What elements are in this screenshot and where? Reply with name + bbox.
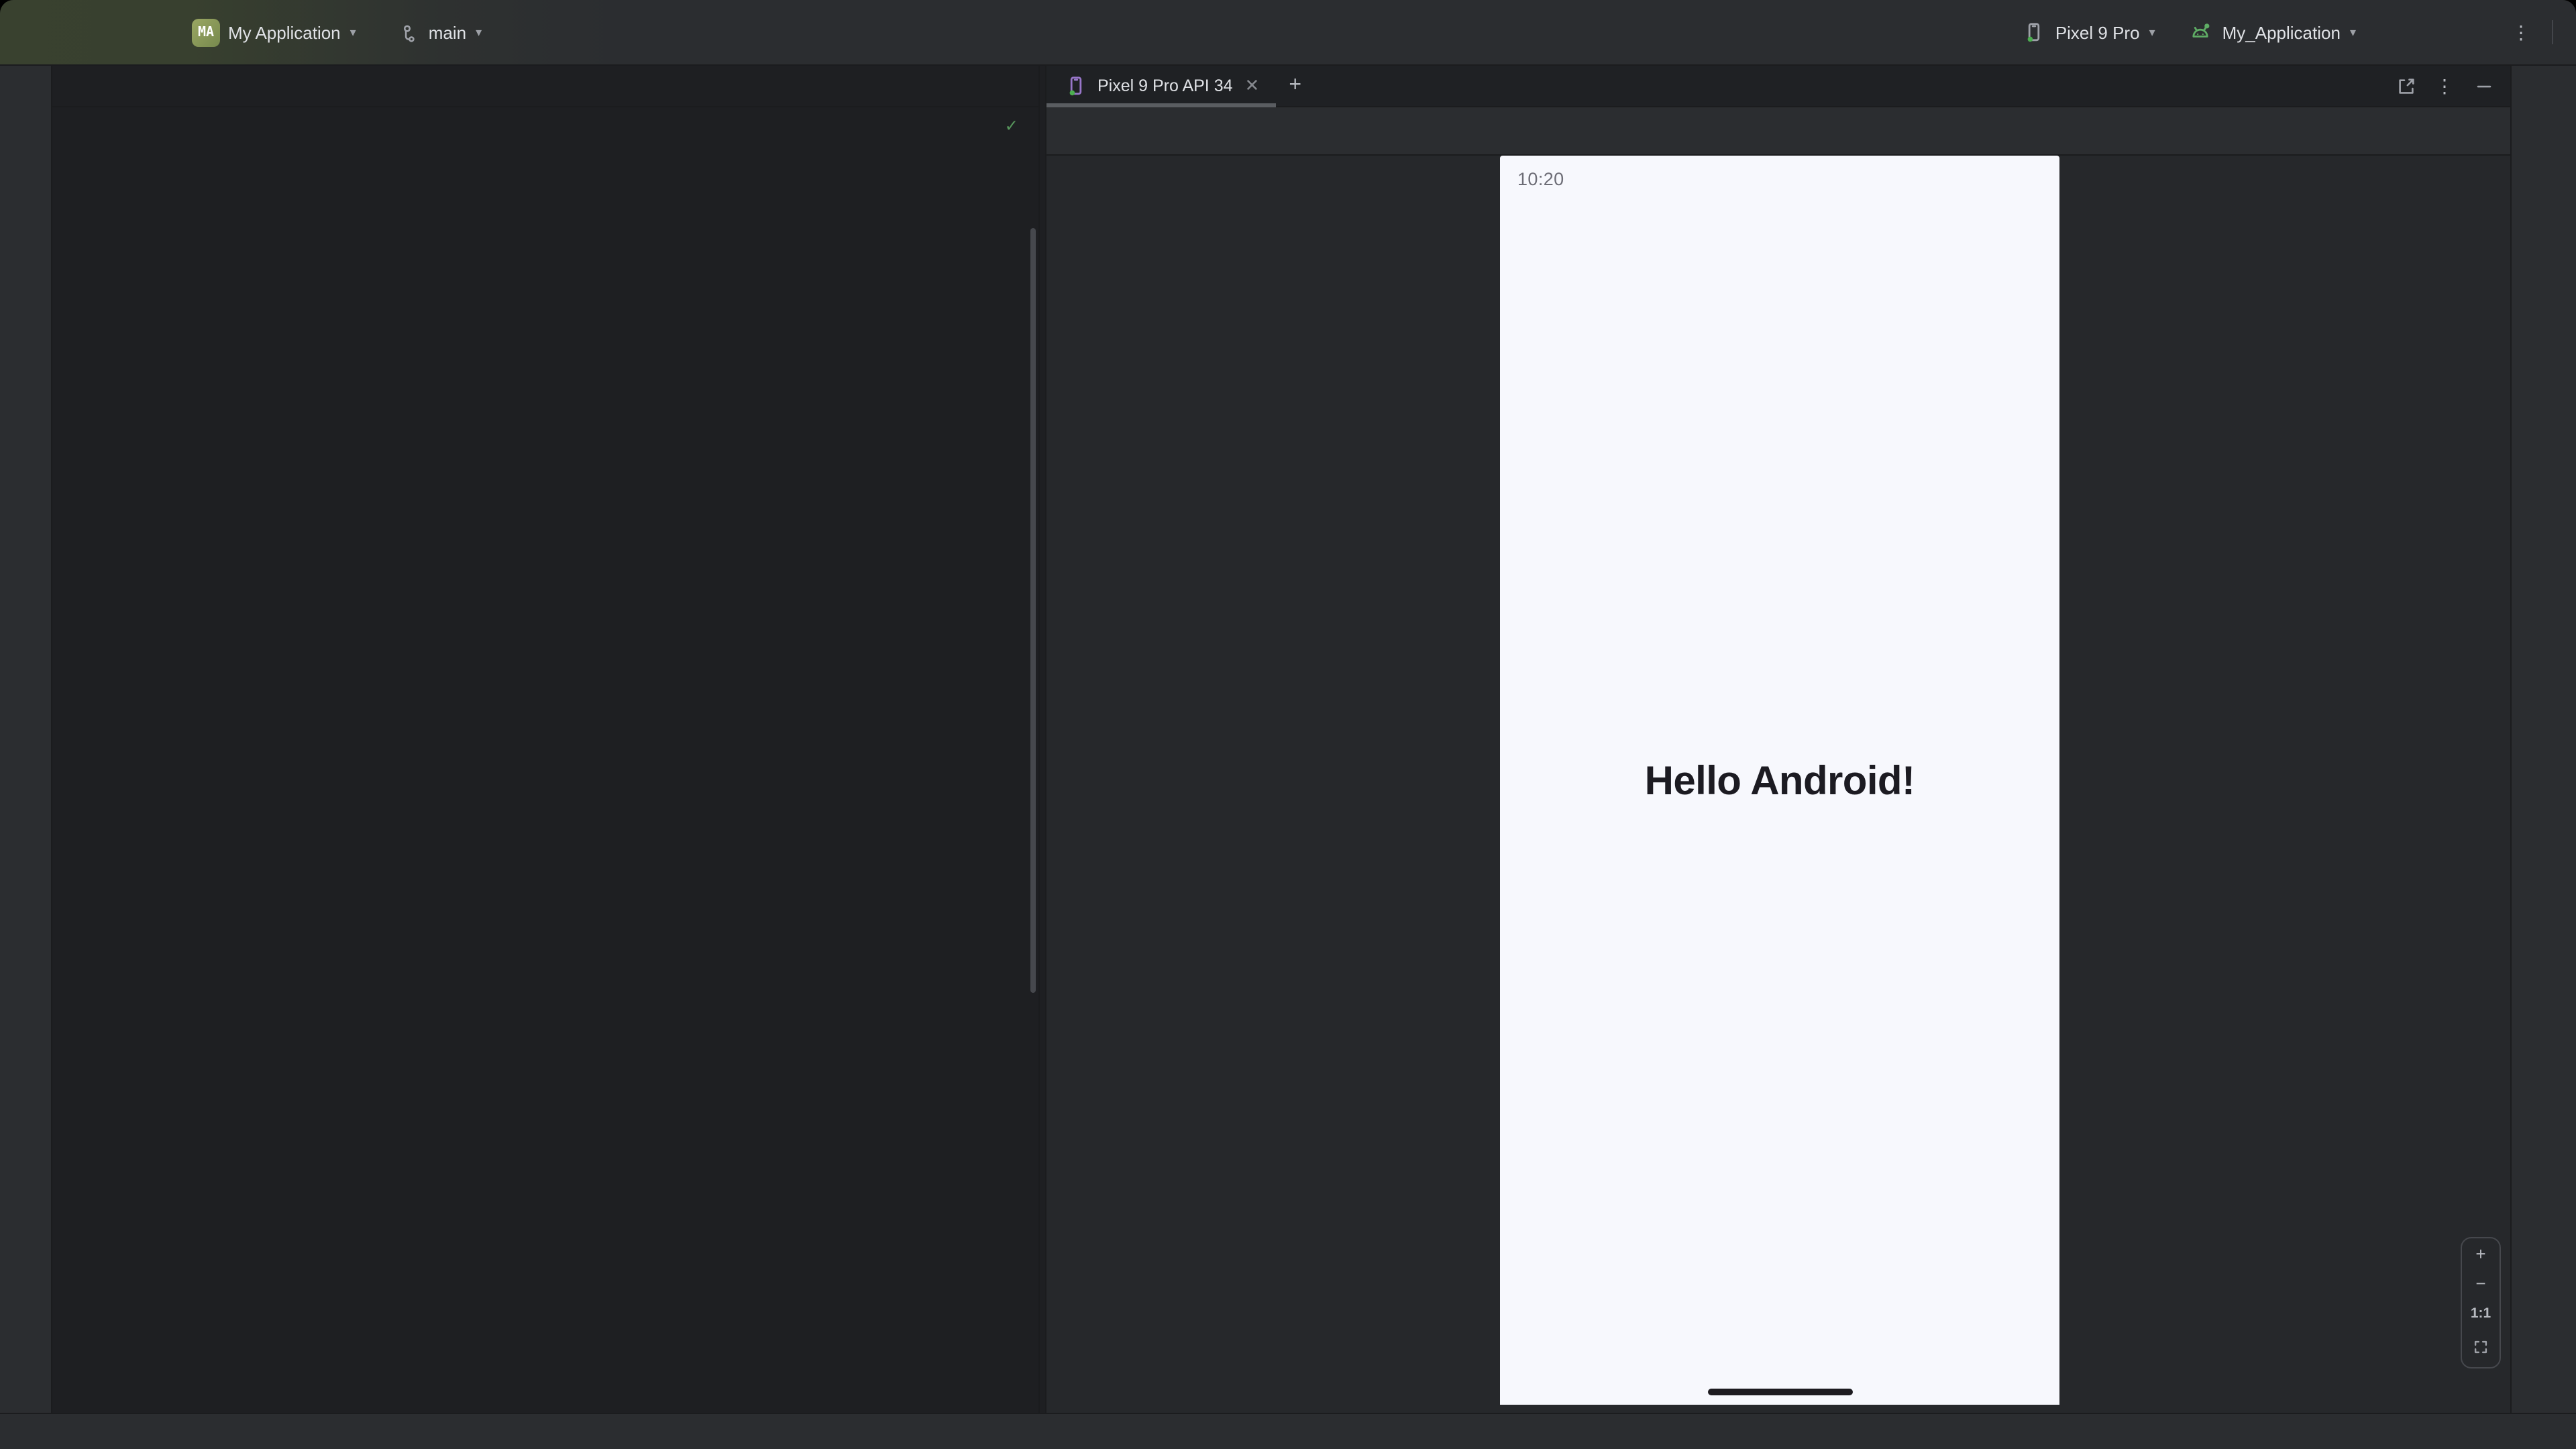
minimize-window-button[interactable] [47,24,63,40]
android-status-bar: 10:20 [1500,156,2059,197]
run-configuration-label: My_Application [2222,22,2341,42]
toolbar-separator [2552,20,2553,44]
project-name: My Application [228,22,341,42]
running-devices-panel: Pixel 9 Pro API 34 ✕ + ⋮ 10:20 [1046,66,2510,1413]
status-bar-clock: 10:20 [1517,169,1564,189]
chevron-down-icon: ▾ [476,25,482,40]
rerun-app-button[interactable] [2371,15,2410,49]
panel-splitter[interactable] [1038,66,1046,1413]
zoom-in-button[interactable]: + [2475,1245,2485,1263]
project-widget[interactable]: MA My Application ▾ [182,14,366,50]
close-window-button[interactable] [20,24,36,40]
macos-window-controls [0,24,111,40]
panel-options-icon[interactable]: ⋮ [2435,76,2454,95]
open-in-new-window-icon[interactable] [2392,72,2419,99]
device-tab-pixel9pro[interactable]: Pixel 9 Pro API 34 ✕ [1046,66,1275,106]
maximize-window-button[interactable] [74,24,90,40]
emulator-toolbar [1046,107,2510,156]
editor-tab-bar [52,66,1038,107]
debug-app-button[interactable] [2415,15,2453,50]
emulator-screen[interactable]: 10:20 Hello Android! [1500,156,2059,1405]
window-titlebar: MA My Application ▾ main ▾ Pixel 9 Pro ▾… [0,0,2576,66]
add-device-tab-button[interactable]: + [1275,66,1315,106]
running-devices-tab-bar: Pixel 9 Pro API 34 ✕ + ⋮ [1046,66,2510,107]
phone-device-icon [1063,72,1089,99]
project-avatar: MA [192,18,220,46]
editor-scrollbar[interactable] [1030,228,1036,993]
zoom-out-button[interactable]: − [2475,1275,2485,1293]
right-tool-strip [2510,66,2576,1413]
android-studio-window: MA My Application ▾ main ▾ Pixel 9 Pro ▾… [0,0,2576,1449]
chevron-down-icon: ▾ [2149,25,2155,40]
code-editor[interactable]: ✓ [52,107,1038,1413]
run-configuration-selector[interactable]: My_Application ▾ [2178,15,2365,50]
close-icon[interactable]: ✕ [1245,75,1260,97]
phone-device-icon [2021,19,2047,46]
more-run-actions-button[interactable]: ⋮ [2502,15,2540,50]
git-branch-icon [394,19,421,46]
zoom-to-fit-button[interactable] [2467,1334,2494,1361]
chevron-down-icon: ▾ [350,25,356,40]
emulator-zoom-controls: + − 1:1 [2461,1237,2501,1368]
zoom-actual-size-button[interactable]: 1:1 [2471,1305,2491,1322]
gesture-navigation-handle[interactable] [1707,1389,1852,1395]
device-tab-label: Pixel 9 Pro API 34 [1097,76,1233,95]
app-greeting-text: Hello Android! [1500,759,2059,805]
vcs-branch-widget[interactable]: main ▾ [384,15,491,50]
left-tool-strip [0,66,52,1413]
device-selector[interactable]: Pixel 9 Pro ▾ [2011,15,2165,50]
emulator-display-area: 10:20 Hello Android! + [1046,156,2510,1413]
branch-name: main [429,22,466,42]
editor-area: ✓ [52,66,1038,1413]
device-selector-label: Pixel 9 Pro [2055,22,2140,42]
inspection-ok-icon[interactable]: ✓ [1006,115,1017,137]
chevron-down-icon: ▾ [2350,25,2356,40]
status-bar [0,1413,2576,1449]
hide-panel-icon[interactable] [2470,72,2497,99]
stop-app-button[interactable] [2458,15,2497,49]
android-head-icon [2188,19,2214,46]
